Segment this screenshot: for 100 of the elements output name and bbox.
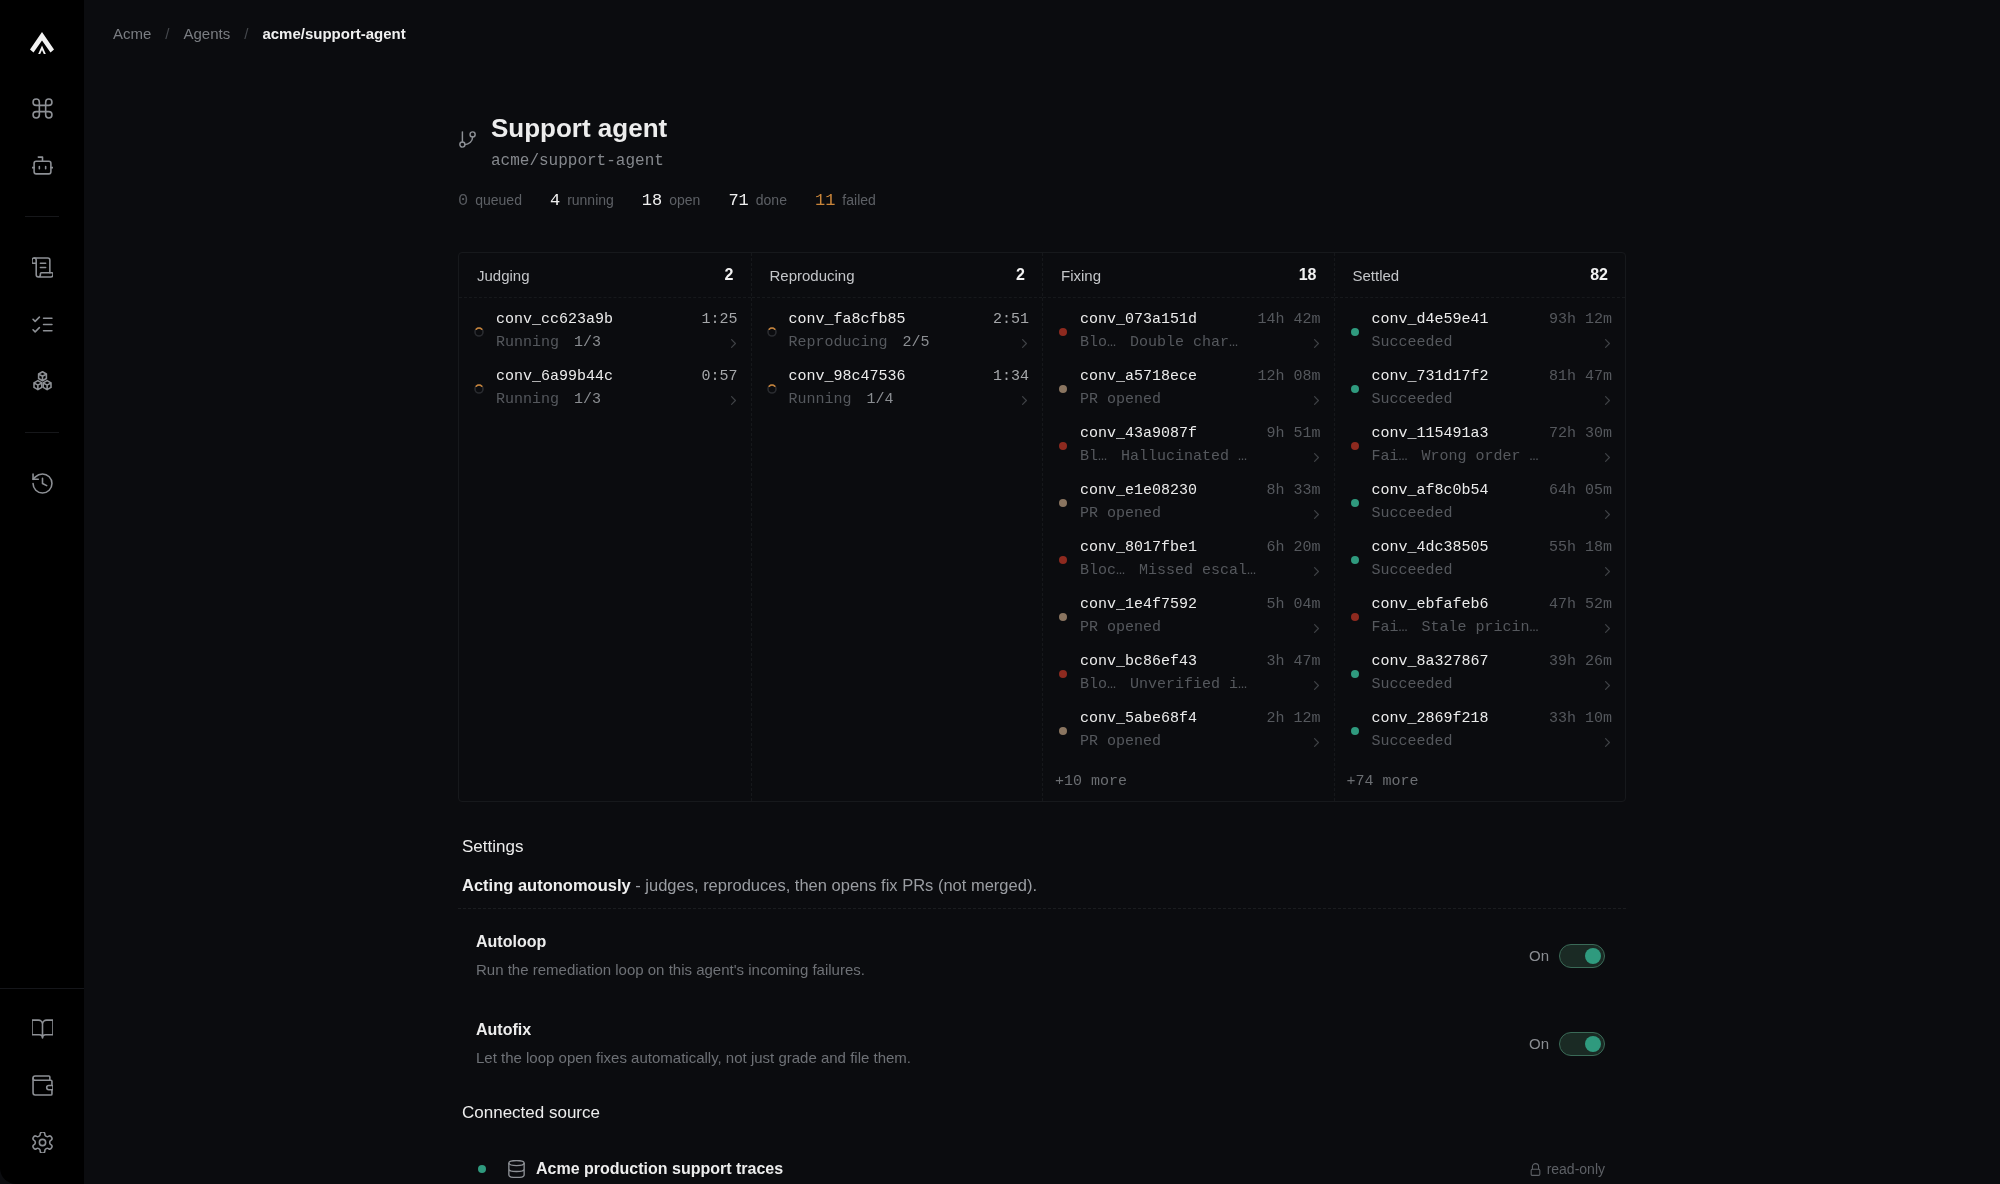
setting-description: Let the loop open fixes automatically, not just grade and file them. [476, 1048, 911, 1068]
elapsed-time: 14h 42m [1257, 310, 1321, 330]
status-text: Bl… [1080, 447, 1107, 467]
chevron-right-icon[interactable] [1605, 680, 1610, 690]
book-icon[interactable] [31, 1018, 53, 1039]
wallet-icon[interactable] [31, 1075, 53, 1096]
breadcrumb-separator: / [244, 24, 249, 42]
status-text: Running [788, 390, 852, 410]
stat-caption: open [669, 191, 701, 210]
more-link[interactable]: +74 more [1346, 773, 1419, 790]
more-link[interactable]: +10 more [1055, 773, 1127, 790]
chevron-right-icon[interactable] [1605, 452, 1610, 462]
conversation-id[interactable]: conv_6a99b44c [496, 367, 614, 387]
command-icon[interactable] [31, 98, 53, 119]
status-text: PR opened [1080, 504, 1161, 524]
detail-text: Unverified i… [1130, 675, 1248, 695]
chevron-right-icon[interactable] [1313, 509, 1319, 519]
chevron-right-icon[interactable] [1022, 338, 1027, 348]
status-text: Fai… [1371, 447, 1408, 467]
progress-text: 1/4 [866, 390, 894, 410]
cubes-icon[interactable] [31, 371, 53, 392]
logo-icon[interactable] [30, 31, 54, 54]
conversation-id[interactable]: conv_1e4f7592 [1080, 595, 1198, 615]
lock-icon [1529, 1162, 1541, 1176]
elapsed-time: 1:25 [701, 310, 738, 330]
section-title: Connected source [461, 1102, 601, 1124]
spinner-icon [766, 383, 777, 394]
elapsed-time: 1:34 [993, 367, 1029, 387]
conversation-id[interactable]: conv_e1e08230 [1080, 481, 1198, 501]
conversation-id[interactable]: conv_5abe68f4 [1080, 709, 1198, 729]
conversation-id[interactable]: conv_98c47536 [788, 367, 906, 387]
status-text: Blo… [1080, 333, 1116, 353]
column-count: 82 [1590, 266, 1608, 284]
conversation-id[interactable]: conv_43a9087f [1080, 424, 1198, 444]
status-text: Blo… [1080, 675, 1116, 695]
conversation-id[interactable]: conv_af8c0b54 [1371, 481, 1489, 501]
repo-path: acme/support-agent [491, 151, 665, 171]
conversation-id[interactable]: conv_2869f218 [1371, 709, 1489, 729]
progress-text: 1/3 [574, 390, 602, 410]
settings-icon[interactable] [31, 1132, 53, 1153]
toggle-switch[interactable] [1559, 1031, 1605, 1056]
detail-text: Hallucinated … [1121, 447, 1248, 467]
elapsed-time: 12h 08m [1257, 367, 1321, 387]
toggle-switch[interactable] [1559, 943, 1605, 968]
chevron-right-icon[interactable] [1605, 623, 1610, 633]
column-title: Settled [1352, 266, 1400, 284]
elapsed-time: 81h 47m [1549, 367, 1612, 387]
chevron-right-icon[interactable] [1313, 338, 1319, 348]
status-text: Succeeded [1371, 561, 1453, 581]
history-icon[interactable] [31, 473, 53, 494]
conversation-id[interactable]: conv_8017fbe1 [1080, 538, 1198, 558]
chevron-right-icon[interactable] [1313, 452, 1319, 462]
chevron-right-icon[interactable] [1022, 395, 1027, 405]
chevron-right-icon[interactable] [1605, 509, 1610, 519]
conversation-id[interactable]: conv_a5718ece [1080, 367, 1198, 387]
spinner-icon [766, 326, 777, 337]
stat-count: 18 [641, 190, 663, 212]
chevron-right-icon[interactable] [1605, 566, 1610, 576]
status-text: PR opened [1080, 618, 1161, 638]
robot-icon[interactable] [31, 155, 53, 176]
branch-icon [459, 131, 476, 148]
conversation-id[interactable]: conv_cc623a9b [496, 310, 614, 330]
elapsed-time: 6h 20m [1266, 538, 1321, 558]
source-name[interactable]: Acme production support traces [536, 1158, 784, 1180]
conversation-id[interactable]: conv_8a327867 [1371, 652, 1489, 672]
breadcrumb-current: acme/support-agent [262, 24, 406, 42]
scroll-icon[interactable] [31, 257, 53, 278]
chevron-right-icon[interactable] [1605, 395, 1610, 405]
status-text: Succeeded [1371, 333, 1453, 353]
chevron-right-icon[interactable] [1313, 395, 1319, 405]
access-label: read-only [1546, 1161, 1605, 1177]
elapsed-time: 33h 10m [1549, 709, 1612, 729]
chevron-right-icon[interactable] [1605, 737, 1610, 747]
conversation-id[interactable]: conv_731d17f2 [1371, 367, 1489, 387]
conversation-id[interactable]: conv_bc86ef43 [1080, 652, 1198, 672]
stat-count: 71 [728, 190, 749, 212]
conversation-id[interactable]: conv_ebfafeb6 [1371, 595, 1489, 615]
conversation-id[interactable]: conv_073a151d [1080, 310, 1198, 330]
checklist-icon[interactable] [31, 314, 53, 335]
stat-caption: queued [475, 191, 522, 210]
conversation-id[interactable]: conv_d4e59e41 [1371, 310, 1489, 330]
chevron-right-icon[interactable] [1605, 338, 1610, 348]
conversation-id[interactable]: conv_4dc38505 [1371, 538, 1489, 558]
conversation-id[interactable]: conv_fa8cfb85 [788, 310, 906, 330]
status-text: Fai… [1371, 618, 1408, 638]
chevron-right-icon[interactable] [1313, 623, 1319, 633]
elapsed-time: 55h 18m [1549, 538, 1612, 558]
elapsed-time: 47h 52m [1549, 595, 1612, 615]
chevron-right-icon[interactable] [730, 395, 736, 405]
conversation-id[interactable]: conv_115491a3 [1371, 424, 1489, 444]
column-count: 2 [724, 266, 734, 284]
detail-text: Wrong order … [1421, 447, 1539, 467]
chevron-right-icon[interactable] [1313, 566, 1319, 576]
chevron-right-icon[interactable] [1313, 737, 1319, 747]
chevron-right-icon[interactable] [1313, 680, 1319, 690]
column-count: 18 [1298, 266, 1317, 284]
breadcrumb-link[interactable]: Acme [113, 24, 152, 42]
mode-summary: Acting autonomously - judges, reproduces, then opens fix PRs (not merged). [461, 875, 1038, 896]
breadcrumb-link[interactable]: Agents [183, 24, 231, 42]
chevron-right-icon[interactable] [730, 338, 736, 348]
